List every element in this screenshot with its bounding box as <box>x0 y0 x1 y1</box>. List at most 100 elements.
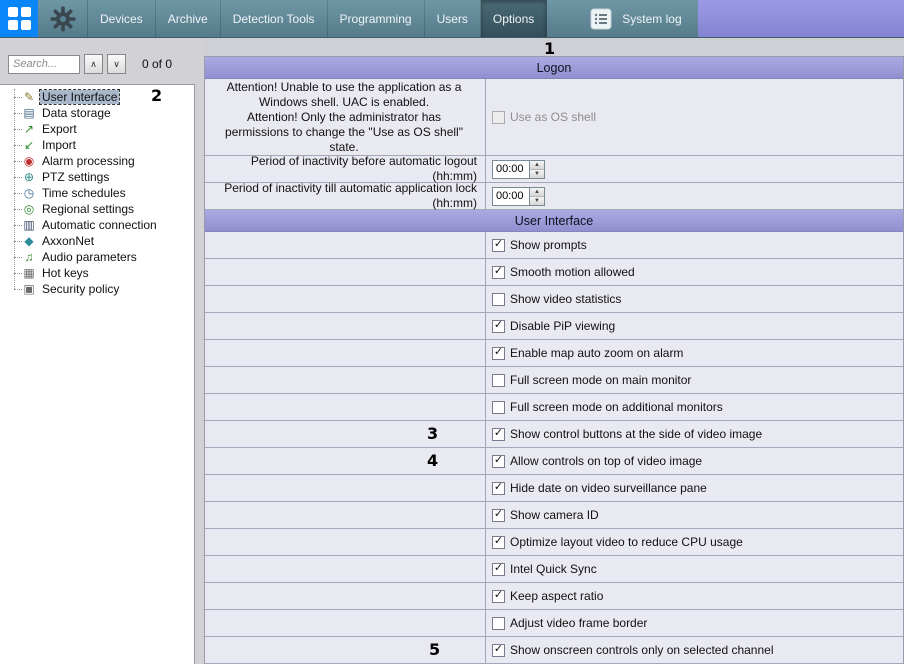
option-row-smooth-motion-allowed: Smooth motion allowed <box>205 259 903 286</box>
ui-options-list: Show prompts Smooth motion allowed Show … <box>205 232 903 664</box>
tree-item-data-storage[interactable]: ▤ Data storage <box>22 105 194 121</box>
tree-item-user-interface[interactable]: ✎ User Interface <box>22 89 194 105</box>
tree-item-axxonnet[interactable]: ◆ AxxonNet <box>22 233 194 249</box>
option-label: Disable PiP viewing <box>510 319 615 333</box>
export-icon: ↗ <box>22 122 36 136</box>
security-icon: ▣ <box>22 282 36 296</box>
auto-logout-label: Period of inactivity before automatic lo… <box>205 156 486 182</box>
tree-item-import[interactable]: ↙ Import <box>22 137 194 153</box>
spin-down-button[interactable]: ▼ <box>530 196 544 205</box>
auto-lock-input[interactable] <box>492 187 530 206</box>
system-log-icon <box>589 7 613 31</box>
data-storage-icon: ▤ <box>22 106 36 120</box>
tab-label: Users <box>437 12 468 26</box>
option-checkbox[interactable] <box>492 590 505 603</box>
option-label: Allow controls on top of video image <box>510 454 702 468</box>
app-launcher-button[interactable] <box>0 0 38 37</box>
annotation-1: 1 <box>544 39 555 58</box>
grid-icon <box>8 7 31 30</box>
tab-devices[interactable]: Devices <box>88 0 156 37</box>
clock-icon: ◷ <box>22 186 36 200</box>
option-checkbox[interactable] <box>492 509 505 522</box>
option-checkbox[interactable] <box>492 239 505 252</box>
system-log-button[interactable]: System log <box>573 0 697 37</box>
option-checkbox[interactable] <box>492 428 505 441</box>
annotation-3: 3 <box>427 424 438 443</box>
tab-users[interactable]: Users <box>425 0 481 37</box>
topbar: Devices Archive Detection Tools Programm… <box>0 0 904 38</box>
option-checkbox[interactable] <box>492 401 505 414</box>
attention-text: Attention! Unable to use the application… <box>205 79 486 155</box>
option-checkbox[interactable] <box>492 536 505 549</box>
tab-detection-tools[interactable]: Detection Tools <box>221 0 328 37</box>
sidebar: ∧ ∨ 0 of 0 ✎ User Interface ▤ Data stora… <box>0 38 204 664</box>
annotation-4: 4 <box>427 451 438 470</box>
spin-down-button[interactable]: ▼ <box>530 169 544 178</box>
os-shell-row: Attention! Unable to use the application… <box>205 79 903 156</box>
option-label: Intel Quick Sync <box>510 562 597 576</box>
os-shell-label: Use as OS shell <box>510 110 596 124</box>
tree-item-security-policy[interactable]: ▣ Security policy <box>22 281 194 297</box>
option-label: Full screen mode on main monitor <box>510 373 691 387</box>
user-interface-icon: ✎ <box>22 90 36 104</box>
tab-archive[interactable]: Archive <box>156 0 221 37</box>
content-area: ∧ ∨ 0 of 0 ✎ User Interface ▤ Data stora… <box>0 38 904 664</box>
settings-tree: ✎ User Interface ▤ Data storage ↗ Export… <box>0 84 195 664</box>
option-label: Smooth motion allowed <box>510 265 635 279</box>
tree-item-export[interactable]: ↗ Export <box>22 121 194 137</box>
section-header-user-interface: User Interface <box>205 210 903 232</box>
option-checkbox[interactable] <box>492 374 505 387</box>
option-checkbox[interactable] <box>492 293 505 306</box>
chevron-up-icon: ∧ <box>90 59 97 70</box>
os-shell-checkbox[interactable] <box>492 111 505 124</box>
option-row-disable-pip-viewing: Disable PiP viewing <box>205 313 903 340</box>
tree-item-automatic-connection[interactable]: ▥ Automatic connection <box>22 217 194 233</box>
connection-icon: ▥ <box>22 218 36 232</box>
tab-programming[interactable]: Programming <box>328 0 425 37</box>
tab-label: Options <box>493 12 534 26</box>
option-label: Enable map auto zoom on alarm <box>510 346 683 360</box>
option-checkbox[interactable] <box>492 644 505 657</box>
option-checkbox[interactable] <box>492 266 505 279</box>
tree-item-alarm-processing[interactable]: ◉ Alarm processing <box>22 153 194 169</box>
tree-item-audio-parameters[interactable]: ♫ Audio parameters <box>22 249 194 265</box>
tab-options[interactable]: Options <box>481 0 547 37</box>
option-label: Optimize layout video to reduce CPU usag… <box>510 535 743 549</box>
tab-label: Archive <box>168 12 208 26</box>
search-count: 0 of 0 <box>142 57 172 71</box>
tree-item-regional-settings[interactable]: ◎ Regional settings <box>22 201 194 217</box>
search-next-button[interactable]: ∨ <box>107 54 126 74</box>
option-label: Keep aspect ratio <box>510 589 603 603</box>
gear-icon <box>50 6 76 32</box>
option-checkbox[interactable] <box>492 320 505 333</box>
option-label: Show video statistics <box>510 292 621 306</box>
option-checkbox[interactable] <box>492 455 505 468</box>
spin-up-button[interactable]: ▲ <box>530 188 544 196</box>
tree-item-ptz-settings[interactable]: ⊕ PTZ settings <box>22 169 194 185</box>
search-prev-button[interactable]: ∧ <box>84 54 103 74</box>
option-row-full-screen-mode-on-main-monitor: Full screen mode on main monitor <box>205 367 903 394</box>
option-checkbox[interactable] <box>492 482 505 495</box>
tree-item-hot-keys[interactable]: ▦ Hot keys <box>22 265 194 281</box>
search-input[interactable] <box>8 55 80 74</box>
option-row-show-control-buttons-at-the-side-of-video-image: Show control buttons at the side of vide… <box>205 421 903 448</box>
tree-item-time-schedules[interactable]: ◷ Time schedules <box>22 185 194 201</box>
auto-lock-spinner: ▲ ▼ <box>492 187 545 206</box>
option-checkbox[interactable] <box>492 563 505 576</box>
option-checkbox[interactable] <box>492 347 505 360</box>
topbar-purple-area <box>698 0 904 37</box>
option-checkbox[interactable] <box>492 617 505 630</box>
option-row-show-prompts: Show prompts <box>205 232 903 259</box>
auto-logout-spinner: ▲ ▼ <box>492 160 545 179</box>
option-row-show-onscreen-controls-only-on-selected-channel: Show onscreen controls only on selected … <box>205 637 903 664</box>
system-log-label: System log <box>622 12 681 26</box>
auto-logout-input[interactable] <box>492 160 530 179</box>
spin-up-button[interactable]: ▲ <box>530 161 544 169</box>
chevron-down-icon: ∨ <box>113 59 120 70</box>
option-row-hide-date-on-video-surveillance-pane: Hide date on video surveillance pane <box>205 475 903 502</box>
settings-gear-button[interactable] <box>38 0 88 37</box>
option-label: Full screen mode on additional monitors <box>510 400 723 414</box>
option-label: Show camera ID <box>510 508 599 522</box>
option-row-allow-controls-on-top-of-video-image: Allow controls on top of video image <box>205 448 903 475</box>
option-row-adjust-video-frame-border: Adjust video frame border <box>205 610 903 637</box>
